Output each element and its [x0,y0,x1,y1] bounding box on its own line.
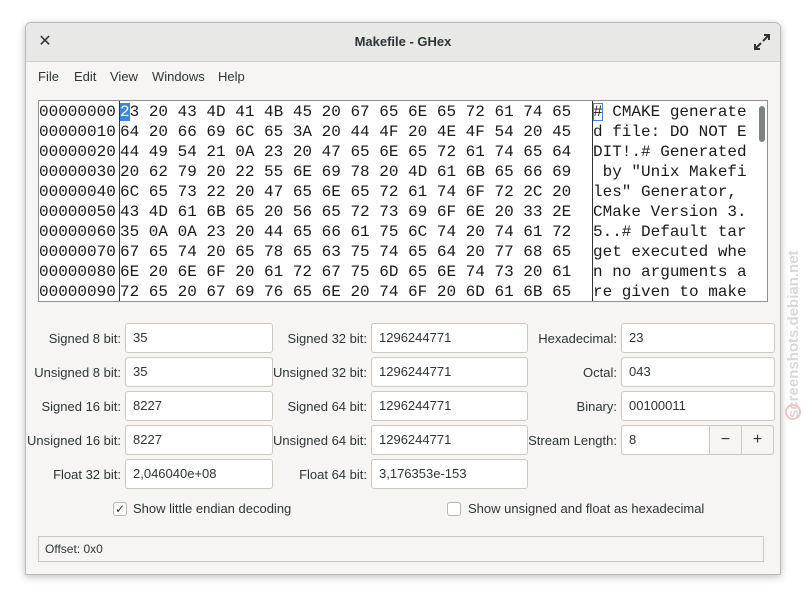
maximize-icon[interactable] [753,33,771,51]
little-endian-label[interactable]: Show little endian decoding [133,501,291,516]
menu-view[interactable]: View [110,69,138,84]
float-64-field[interactable]: 3,176353e-153 [371,459,528,489]
hexadecimal-label: Hexadecimal: [538,331,617,346]
hex-row[interactable]: 6E 20 6E 6F 20 61 72 67 75 6D 65 6E 74 7… [120,262,592,282]
signed-8-label: Signed 8 bit: [48,331,121,346]
hex-row[interactable]: 20 62 79 20 22 55 6E 69 78 20 4D 61 6B 6… [120,162,592,182]
hexadecimal-field[interactable]: 23 [621,323,775,353]
ascii-row[interactable]: CMake Version 3. [593,202,753,222]
offset-cell: 00000000 [39,103,116,121]
unsigned-32-label: Unsigned 32 bit: [273,365,367,380]
ascii-row[interactable]: n no arguments a [593,262,753,282]
signed-16-label: Signed 16 bit: [41,399,121,414]
hex-row[interactable]: 67 65 74 20 65 78 65 63 75 74 65 64 20 7… [120,242,592,262]
signed-64-label: Signed 64 bit: [287,399,367,414]
ascii-row[interactable]: 5..# Default tar [593,222,753,242]
ascii-column[interactable]: # CMAKE generate d file: DO NOT E DIT!.# G… [593,102,753,302]
hex-row[interactable]: 43 4D 61 6B 65 20 56 65 72 73 69 6F 6E 2… [120,202,592,222]
offset-cell: 00000090 [39,283,116,301]
hex-column[interactable]: 23 20 43 4D 41 4B 45 20 67 65 6E 65 72 6… [120,102,592,302]
hex-row[interactable]: 23 20 43 4D 41 4B 45 20 67 65 6E 65 72 6… [120,102,592,122]
float-32-field[interactable]: 2,046040e+08 [125,459,273,489]
ascii-cursor[interactable]: # [593,103,603,121]
hex-editor[interactable]: 00000000 00000010 00000020 00000030 00000040… [38,100,768,302]
offset-cell: 00000070 [39,243,116,261]
signed-64-field[interactable]: 1296244771 [371,391,528,421]
ascii-row[interactable]: d file: DO NOT E [593,122,753,142]
unsigned-8-field[interactable]: 35 [125,357,273,387]
hex-row[interactable]: 35 0A 0A 23 20 44 65 66 61 75 6C 74 20 7… [120,222,592,242]
signed-32-label: Signed 32 bit: [287,331,367,346]
menu-bar: File Edit View Windows Help [26,62,780,90]
unsigned-8-label: Unsigned 8 bit: [34,365,121,380]
ascii-row[interactable]: DIT!.# Generated [593,142,753,162]
stream-length-decrease-button[interactable]: − [709,425,742,455]
offset-cell: 00000010 [39,123,116,141]
octal-label: Octal: [583,365,617,380]
offset-cell: 00000080 [39,263,116,281]
title-bar: ✕ Makefile - GHex [26,23,780,62]
hex-row[interactable]: 6C 65 73 22 20 47 65 6E 65 72 61 74 6F 7… [120,182,592,202]
octal-field[interactable]: 043 [621,357,775,387]
unsigned-64-field[interactable]: 1296244771 [371,425,528,455]
hex-row[interactable]: 72 65 20 67 69 76 65 6E 20 74 6F 20 6D 6… [120,282,592,302]
binary-label: Binary: [576,399,617,414]
signed-32-field[interactable]: 1296244771 [371,323,528,353]
stream-length-increase-button[interactable]: + [741,425,774,455]
window-title: Makefile - GHex [354,34,452,49]
menu-edit[interactable]: Edit [74,69,96,84]
binary-field[interactable]: 00100011 [621,391,775,421]
status-bar: Offset: 0x0 [38,536,764,562]
menu-file[interactable]: File [38,69,59,84]
hex-row[interactable]: 64 20 66 69 6C 65 3A 20 44 4F 20 4E 4F 5… [120,122,592,142]
float-64-label: Float 64 bit: [299,467,367,482]
unsigned-16-field[interactable]: 8227 [125,425,273,455]
stream-length-label: Stream Length: [528,433,617,448]
svg-text:screenshots.debian.net: screenshots.debian.net [785,250,802,418]
watermark: screenshots.debian.net [785,250,802,420]
ascii-row[interactable]: get executed whe [593,242,753,262]
ghex-window: ✕ Makefile - GHex File Edit View Windows… [25,22,781,575]
menu-windows[interactable]: Windows [152,69,205,84]
signed-8-field[interactable]: 35 [125,323,273,353]
vertical-scrollbar[interactable] [758,104,766,298]
little-endian-checkbox[interactable]: ✓ [113,502,127,516]
stream-length-field[interactable]: 8 [621,425,710,455]
ascii-row[interactable]: by "Unix Makefi [593,162,753,182]
offset-cell: 00000060 [39,223,116,241]
offset-cell: 00000040 [39,183,116,201]
offset-column: 00000000 00000010 00000020 00000030 00000040… [39,102,119,302]
offset-cell: 00000020 [39,143,116,161]
unsigned-64-label: Unsigned 64 bit: [273,433,367,448]
unsigned-hex-label[interactable]: Show unsigned and float as hexadecimal [468,501,704,516]
float-32-label: Float 32 bit: [53,467,121,482]
ascii-row[interactable]: les" Generator, [593,182,753,202]
unsigned-hex-checkbox[interactable] [447,502,461,516]
scrollbar-thumb[interactable] [759,106,765,142]
unsigned-16-label: Unsigned 16 bit: [27,433,121,448]
menu-help[interactable]: Help [218,69,245,84]
unsigned-32-field[interactable]: 1296244771 [371,357,528,387]
hex-cursor[interactable]: 2 [120,103,130,121]
signed-16-field[interactable]: 8227 [125,391,273,421]
offset-cell: 00000030 [39,163,116,181]
ascii-row[interactable]: re given to make [593,282,753,302]
hex-row[interactable]: 44 49 54 21 0A 23 20 47 65 6E 65 72 61 7… [120,142,592,162]
ascii-row[interactable]: # CMAKE generate [593,102,753,122]
offset-cell: 00000050 [39,203,116,221]
